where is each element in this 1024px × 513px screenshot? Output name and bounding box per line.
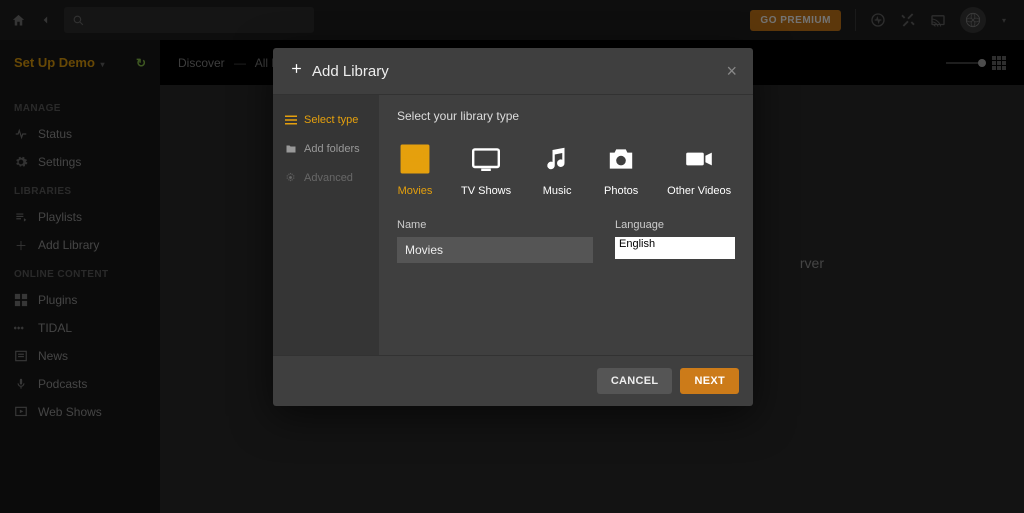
avatar-icon[interactable] <box>960 7 986 33</box>
name-input[interactable] <box>397 237 593 263</box>
step-label: Advanced <box>304 172 353 184</box>
pane-title: Select your library type <box>397 109 735 123</box>
type-tv[interactable]: TV Shows <box>461 141 511 197</box>
gear-icon <box>14 155 28 169</box>
sidebar-item-label: Plugins <box>38 293 77 307</box>
sidebar-item-webshows[interactable]: Web Shows <box>0 398 160 426</box>
sidebar-item-tidal[interactable]: TIDAL <box>0 314 160 342</box>
chevron-down-icon: ▾ <box>101 60 105 69</box>
sidebar-item-label: Status <box>38 127 72 141</box>
type-label: Movies <box>398 185 433 197</box>
tools-icon[interactable] <box>900 12 916 28</box>
search-input[interactable] <box>64 7 314 33</box>
sidebar-item-label: Settings <box>38 155 81 169</box>
sidebar: MANAGE Status Settings LIBRARIES Playlis… <box>0 85 160 513</box>
sidebar-heading-manage: MANAGE <box>0 93 160 120</box>
folder-icon <box>284 142 297 155</box>
sidebar-item-label: Podcasts <box>38 377 87 391</box>
type-music[interactable]: Music <box>539 141 575 197</box>
go-premium-button[interactable]: GO PREMIUM <box>750 10 841 31</box>
type-label: Other Videos <box>667 185 731 197</box>
type-label: Music <box>543 185 572 197</box>
server-name: Set Up Demo <box>14 55 95 70</box>
zoom-slider[interactable] <box>946 62 982 64</box>
tidal-icon <box>14 321 28 335</box>
sidebar-item-playlists[interactable]: Playlists <box>0 203 160 231</box>
nav-icons <box>0 12 54 28</box>
camera-icon <box>603 141 639 177</box>
name-label: Name <box>397 219 593 231</box>
gear-icon <box>284 171 297 184</box>
cancel-button[interactable]: CANCEL <box>597 368 673 394</box>
sidebar-item-plugins[interactable]: Plugins <box>0 286 160 314</box>
sidebar-item-news[interactable]: News <box>0 342 160 370</box>
type-movies[interactable]: Movies <box>397 141 433 197</box>
film-icon <box>397 141 433 177</box>
topbar: GO PREMIUM ▾ <box>0 0 1024 40</box>
activity-icon[interactable] <box>870 12 886 28</box>
search-icon <box>72 14 85 27</box>
type-label: TV Shows <box>461 185 511 197</box>
type-label: Photos <box>604 185 638 197</box>
plugins-icon <box>14 293 28 307</box>
home-icon[interactable] <box>10 12 26 28</box>
modal-body: Select type Add folders Advanced Select … <box>273 95 753 355</box>
sidebar-heading-libraries: LIBRARIES <box>0 176 160 203</box>
plus-icon <box>289 61 304 81</box>
modal-header: Add Library × <box>273 48 753 95</box>
video-icon <box>681 141 717 177</box>
sidebar-item-settings[interactable]: Settings <box>0 148 160 176</box>
language-select[interactable]: English <box>615 237 735 259</box>
next-button[interactable]: NEXT <box>680 368 739 394</box>
music-icon <box>539 141 575 177</box>
list-icon <box>284 113 297 126</box>
modal-pane: Select your library type Movies TV Shows <box>379 95 753 355</box>
play-box-icon <box>14 405 28 419</box>
step-select-type[interactable]: Select type <box>273 105 379 134</box>
sidebar-heading-online: ONLINE CONTENT <box>0 259 160 286</box>
grid-view-icon[interactable] <box>992 56 1006 70</box>
sidebar-item-podcasts[interactable]: Podcasts <box>0 370 160 398</box>
news-icon <box>14 349 28 363</box>
step-add-folders[interactable]: Add folders <box>273 134 379 163</box>
sidebar-item-status[interactable]: Status <box>0 120 160 148</box>
sidebar-item-label: News <box>38 349 68 363</box>
step-label: Select type <box>304 114 358 126</box>
view-tools <box>946 56 1024 70</box>
chevron-down-icon[interactable]: ▾ <box>1002 16 1006 25</box>
divider <box>855 9 856 31</box>
type-photos[interactable]: Photos <box>603 141 639 197</box>
sidebar-item-add-library[interactable]: ＋ Add Library <box>0 231 160 259</box>
server-selector[interactable]: Set Up Demo ▾ ↻ <box>0 40 160 85</box>
background-text: rver <box>800 255 824 271</box>
language-label: Language <box>615 219 735 231</box>
refresh-icon[interactable]: ↻ <box>136 56 146 70</box>
mic-icon <box>14 377 28 391</box>
modal-footer: CANCEL NEXT <box>273 355 753 406</box>
add-library-modal: Add Library × Select type Add folders Ad… <box>273 48 753 406</box>
breadcrumb-item[interactable]: Discover <box>178 56 225 70</box>
activity-icon <box>14 127 28 141</box>
playlist-icon <box>14 210 28 224</box>
close-icon[interactable]: × <box>726 62 737 80</box>
sidebar-item-label: Web Shows <box>38 405 102 419</box>
back-icon[interactable] <box>38 12 54 28</box>
step-label: Add folders <box>304 143 360 155</box>
type-other[interactable]: Other Videos <box>667 141 731 197</box>
sidebar-item-label: Add Library <box>38 238 99 252</box>
tv-icon <box>468 141 504 177</box>
modal-title: Add Library <box>312 63 389 80</box>
library-type-list: Movies TV Shows Music <box>397 141 735 197</box>
sidebar-item-label: Playlists <box>38 210 82 224</box>
form-row: Name Language English <box>397 219 735 263</box>
name-field-wrap: Name <box>397 219 593 263</box>
sidebar-item-label: TIDAL <box>38 321 72 335</box>
plus-icon: ＋ <box>14 238 28 252</box>
modal-steps: Select type Add folders Advanced <box>273 95 379 355</box>
cast-icon[interactable] <box>930 12 946 28</box>
topbar-right: GO PREMIUM ▾ <box>750 7 1024 33</box>
step-advanced[interactable]: Advanced <box>273 163 379 192</box>
language-field-wrap: Language English <box>615 219 735 263</box>
